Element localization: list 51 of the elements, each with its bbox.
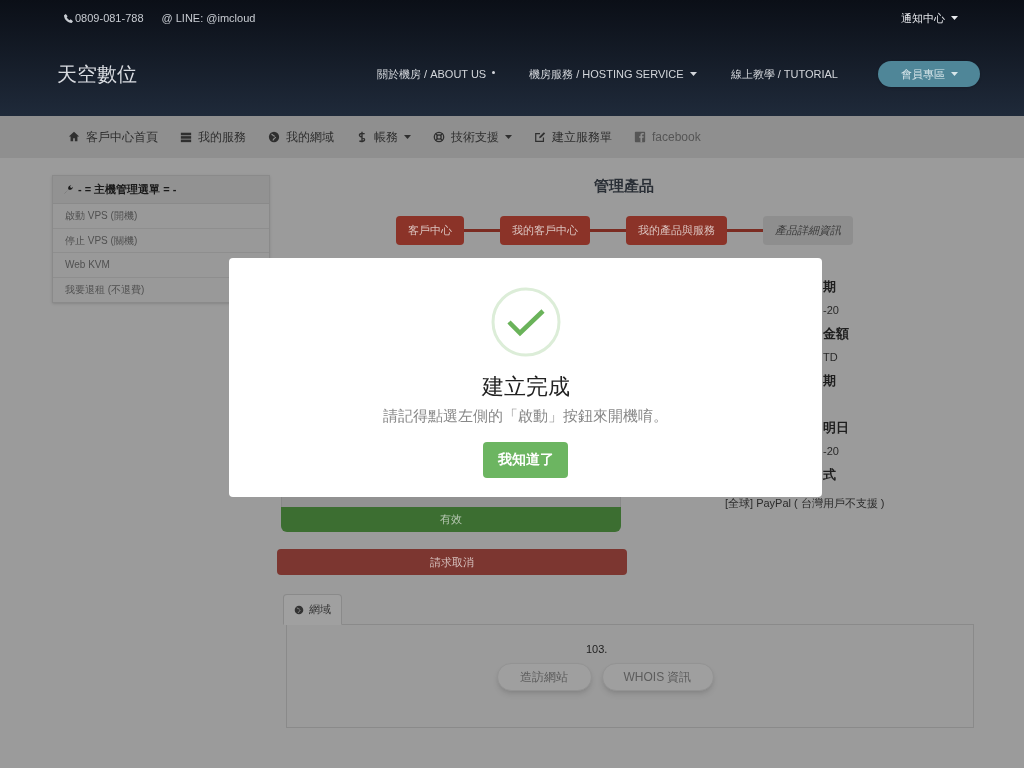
cancel-button[interactable]: 請求取消 (277, 549, 627, 575)
ip-address: 103. (586, 642, 609, 657)
subnav-link[interactable]: 帳務 (356, 128, 411, 146)
page-title: 管理產品 (593, 176, 655, 196)
lifebuoy-icon (433, 131, 445, 143)
domain-button[interactable]: WHOIS 資訊 (601, 662, 714, 691)
modal-title: 建立完成 (481, 373, 570, 401)
caret-icon (689, 72, 697, 76)
status-bar: 有效 (281, 507, 621, 532)
detail-label: 明日 (823, 419, 850, 437)
modal-message: 請記得點選左側的「啟動」按鈕來開機唷。 (383, 406, 668, 426)
phone-icon (64, 13, 73, 23)
detail-value: -20 (823, 444, 840, 459)
caret-icon (951, 16, 958, 20)
tab[interactable]: 網域 (283, 594, 342, 625)
subnav-link[interactable]: 客戶中心首頁 (68, 128, 158, 146)
caret-icon (950, 72, 958, 76)
sidebar-item[interactable]: 啟動 VPS (開機) (53, 204, 269, 229)
detail-value: TD (823, 350, 839, 365)
detail-label: 金額 (823, 325, 850, 343)
nav-link[interactable]: 機房服務 / HOSTING SERVICE (529, 65, 697, 83)
breadcrumb-step: 產品詳細資訊 (762, 216, 853, 245)
detail-value: -20 (823, 303, 840, 318)
subnav-link[interactable]: facebook (634, 128, 701, 146)
domain-button[interactable]: 造訪網站 (496, 662, 592, 691)
detail-value: [全球] PayPal ( 台灣用戶不支援 ) (725, 496, 885, 511)
subnav-link[interactable]: 我的網域 (268, 128, 334, 146)
breadcrumb-step[interactable]: 我的產品與服務 (625, 216, 727, 245)
breadcrumb-step[interactable]: 客戶中心 (395, 216, 464, 245)
phone-number: 0809-081-788 (75, 10, 144, 26)
detail-label: 式 (823, 466, 837, 484)
home-icon (68, 131, 80, 143)
list-icon (180, 131, 192, 143)
facebook-icon (634, 131, 646, 143)
breadcrumb-step[interactable]: 我的客戶中心 (499, 216, 590, 245)
notifications-link[interactable]: 通知中心 (901, 9, 958, 27)
sidebar-title: - = 主機管理選單 = - (78, 182, 177, 198)
subnav-link[interactable]: 建立服務單 (534, 128, 612, 146)
confirm-button[interactable]: 我知道了 (483, 441, 568, 478)
edit-icon (534, 131, 546, 143)
nav-link[interactable]: 線上教學 / TUTORIAL (730, 65, 838, 83)
subnav-link[interactable]: 我的服務 (180, 128, 246, 146)
site-logo[interactable]: 天空數位 (57, 59, 137, 89)
detail-label: 期 (823, 278, 837, 296)
detail-label: 期 (823, 372, 837, 390)
subnav-link[interactable]: 技術支援 (433, 128, 512, 146)
nav-link[interactable]: 關於機房 / ABOUT US (377, 65, 496, 83)
dollar-icon (356, 131, 368, 143)
success-check-icon (489, 286, 562, 358)
line-id: @ LINE: @imcloud (161, 10, 256, 26)
member-button[interactable]: 會員專區 (878, 61, 980, 87)
